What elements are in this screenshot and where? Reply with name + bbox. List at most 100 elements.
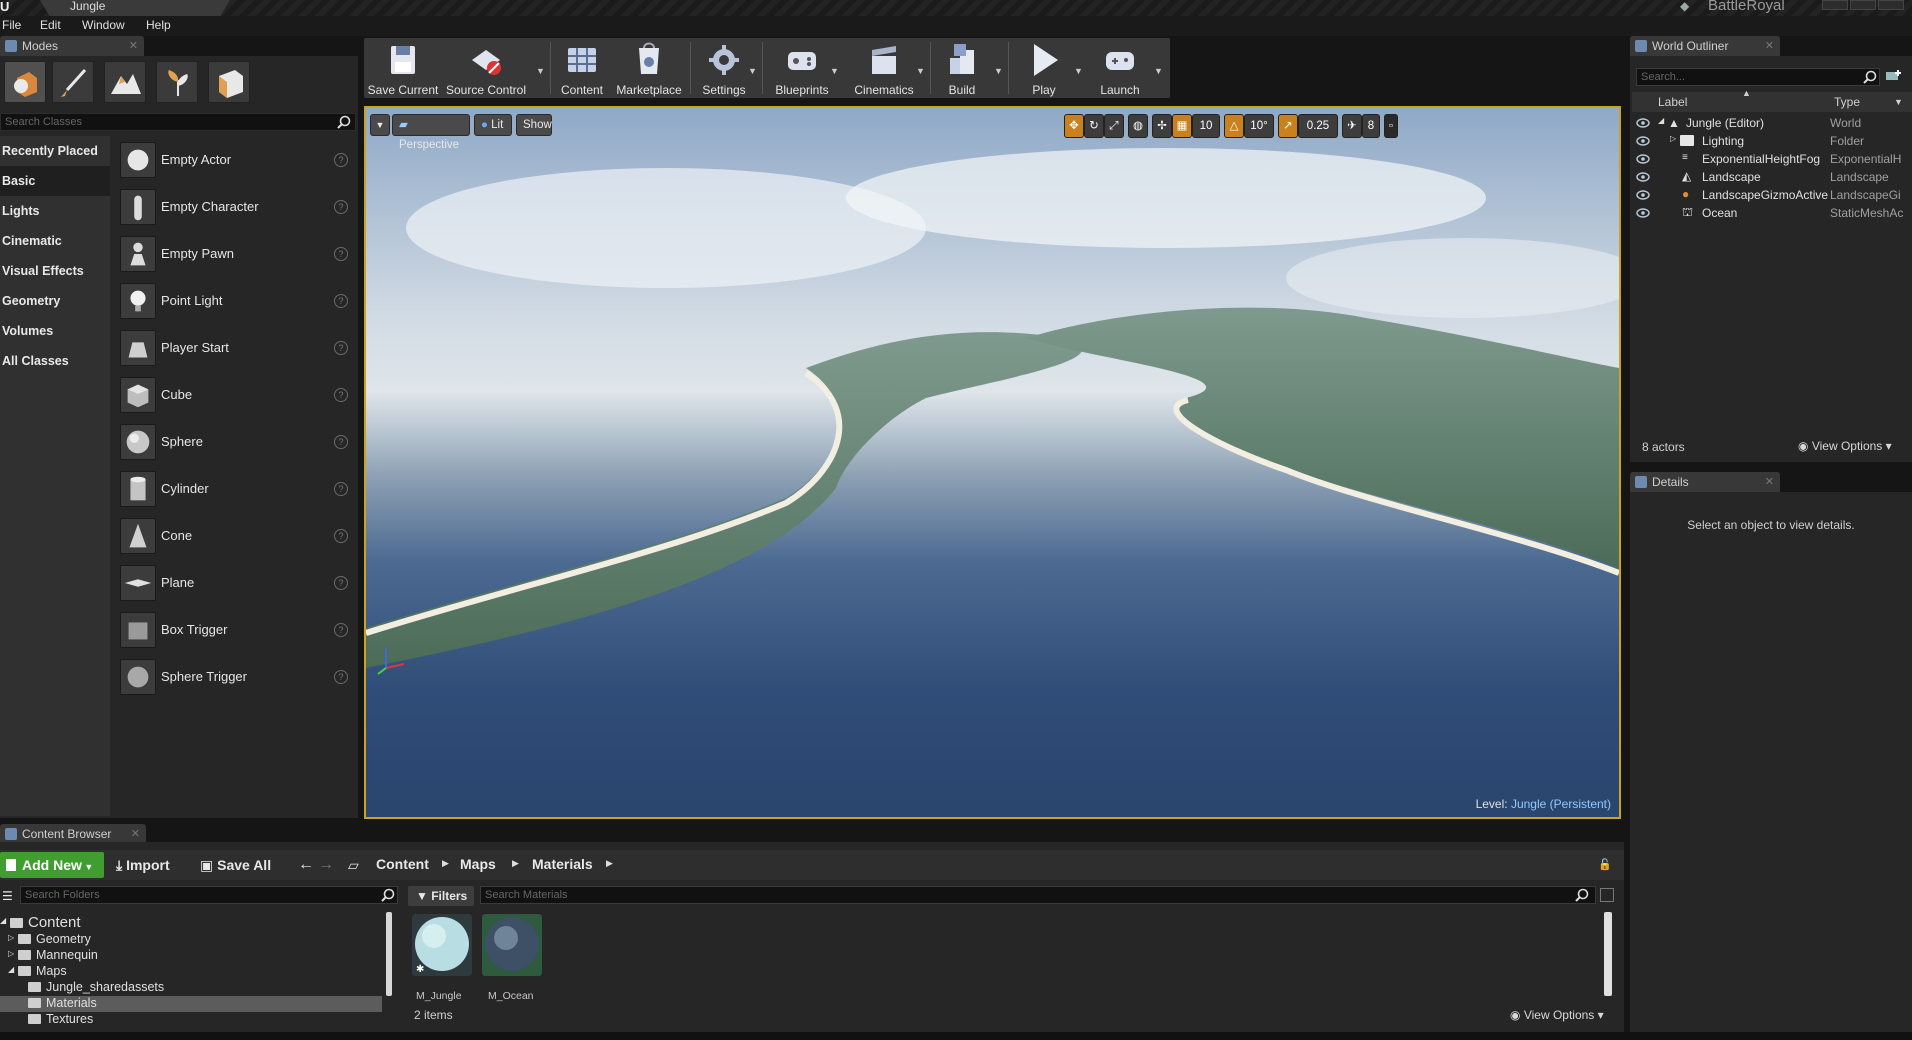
cinematics-button[interactable]: Cinematics (844, 38, 924, 98)
breadcrumb-arrow-icon[interactable]: ▶ (512, 858, 519, 869)
world-coordinate-icon[interactable]: ◍ (1128, 114, 1148, 138)
visibility-eye-icon[interactable] (1636, 189, 1650, 201)
category-visual-effects[interactable]: Visual Effects (0, 256, 110, 286)
category-lights[interactable]: Lights (0, 196, 110, 226)
visibility-eye-icon[interactable] (1636, 171, 1650, 183)
import-button[interactable]: ⤓ Import (116, 852, 170, 878)
camera-speed-value[interactable]: 8 (1362, 114, 1380, 138)
outliner-search-input[interactable]: Search... (1636, 68, 1880, 86)
add-filter-icon[interactable] (1884, 68, 1902, 84)
help-icon[interactable]: ? (334, 341, 348, 355)
rotate-tool-icon[interactable]: ↻ (1084, 114, 1104, 138)
close-icon[interactable]: ✕ (131, 824, 140, 844)
outliner-row-ocean[interactable]: ⛫ Ocean StaticMeshAc (1634, 204, 1910, 222)
category-all-classes[interactable]: All Classes (0, 346, 110, 376)
build-button[interactable]: Build (934, 38, 990, 98)
asset-tile-m-jungle[interactable]: ✱ (412, 914, 472, 976)
outliner-row-jungle-editor[interactable]: ◢ ▲ Jungle (Editor) World (1634, 114, 1910, 132)
save-current-button[interactable]: Save Current (366, 38, 440, 98)
history-back-icon[interactable]: ← (298, 852, 314, 878)
launch-dropdown-icon[interactable]: ▼ (1154, 66, 1163, 76)
folder-tree-item[interactable]: Textures (0, 1012, 382, 1028)
category-volumes[interactable]: Volumes (0, 316, 110, 346)
play-dropdown-icon[interactable]: ▼ (1074, 66, 1083, 76)
help-icon[interactable]: ? (334, 200, 348, 214)
help-icon[interactable]: ? (334, 435, 348, 449)
content-button[interactable]: Content (554, 38, 610, 98)
breadcrumb-arrow-icon[interactable]: ▶ (442, 858, 449, 869)
minimize-button[interactable] (1822, 0, 1848, 10)
modes-tab[interactable]: Modes ✕ (0, 36, 144, 56)
place-item-plane[interactable]: Plane? (112, 561, 356, 608)
help-icon[interactable]: ? (334, 576, 348, 590)
asset-view-scrollbar[interactable] (1604, 912, 1612, 996)
menu-file[interactable]: File (2, 18, 21, 32)
maximize-viewport-icon[interactable]: ▫ (1384, 114, 1398, 138)
help-icon[interactable]: ? (334, 388, 348, 402)
search-classes-input[interactable]: Search Classes (0, 113, 356, 131)
build-dropdown-icon[interactable]: ▼ (994, 66, 1003, 76)
grid-snap-icon[interactable]: ▦ (1172, 114, 1192, 138)
scale-snap-icon[interactable]: ↗ (1278, 114, 1298, 138)
surface-snap-icon[interactable]: ✢ (1152, 114, 1172, 138)
marketplace-button[interactable]: Marketplace (614, 38, 684, 98)
breadcrumb-content[interactable]: Content (376, 856, 429, 872)
cinematics-dropdown-icon[interactable]: ▼ (916, 66, 925, 76)
folder-tree-item[interactable]: ◢ Maps (0, 964, 382, 980)
help-icon[interactable]: ? (334, 294, 348, 308)
collapse-arrow-icon[interactable]: ◢ (8, 965, 14, 974)
launch-button[interactable]: Launch (1088, 38, 1152, 98)
search-icon[interactable] (380, 887, 396, 903)
collapse-arrow-icon[interactable]: ◢ (0, 916, 6, 925)
place-item-cube[interactable]: Cube? (112, 373, 356, 420)
place-item-sphere-trigger[interactable]: Sphere Trigger? (112, 655, 356, 702)
geometry-mode-button[interactable] (208, 61, 250, 103)
search-icon[interactable] (1862, 69, 1878, 85)
rotation-snap-icon[interactable]: △ (1224, 114, 1244, 138)
add-new-button[interactable]: Add New ▼ (0, 852, 104, 878)
category-cinematic[interactable]: Cinematic (0, 226, 110, 256)
rotation-snap-value[interactable]: 10° (1244, 114, 1274, 138)
label-column-header[interactable]: Label (1658, 95, 1687, 109)
visibility-eye-icon[interactable] (1636, 207, 1650, 219)
menu-edit[interactable]: Edit (40, 18, 61, 32)
place-item-box-trigger[interactable]: Box Trigger? (112, 608, 356, 655)
scale-snap-value[interactable]: 0.25 (1298, 114, 1338, 138)
place-item-sphere[interactable]: Sphere? (112, 420, 356, 467)
place-item-empty-pawn[interactable]: Empty Pawn? (112, 232, 356, 279)
collapse-arrow-icon[interactable]: ◢ (1658, 116, 1664, 125)
history-forward-icon[interactable]: → (318, 852, 334, 878)
place-item-empty-character[interactable]: Empty Character? (112, 185, 356, 232)
visibility-eye-icon[interactable] (1636, 153, 1650, 165)
level-document-tab[interactable]: Jungle (40, 0, 230, 16)
world-outliner-tab[interactable]: World Outliner ✕ (1630, 36, 1780, 56)
scale-tool-icon[interactable]: ⤢ (1104, 114, 1124, 138)
blueprints-dropdown-icon[interactable]: ▼ (830, 66, 839, 76)
folder-tree-item[interactable]: ▷ Geometry (0, 932, 382, 948)
outliner-row-lighting[interactable]: ▷ Lighting Folder (1634, 132, 1910, 150)
source-control-dropdown-icon[interactable]: ▼ (536, 66, 545, 76)
outliner-view-options-button[interactable]: ◉ View Options ▾ (1798, 439, 1892, 453)
lock-icon[interactable]: 🔓 (1598, 852, 1612, 878)
filters-button[interactable]: ▼ Filters ▾ (408, 886, 474, 923)
menu-help[interactable]: Help (146, 18, 171, 32)
search-materials-input[interactable]: Search Materials (480, 886, 1596, 904)
close-icon[interactable]: ✕ (1765, 36, 1774, 56)
grid-snap-value[interactable]: 10 (1192, 114, 1220, 138)
help-icon[interactable]: ? (334, 529, 348, 543)
sources-panel-toggle-icon[interactable]: ☰ (2, 888, 13, 904)
folder-tree-item[interactable]: Jungle_sharedassets (0, 980, 382, 996)
perspective-button[interactable]: ▰ Perspective (392, 114, 470, 151)
save-all-button[interactable]: ▣ Save All (200, 852, 271, 878)
outliner-row-exponential-height-fog[interactable]: ≡ ExponentialHeightFog ExponentialH (1634, 150, 1910, 168)
foliage-mode-button[interactable] (156, 61, 198, 103)
category-geometry[interactable]: Geometry (0, 286, 110, 316)
folder-tree-scrollbar[interactable] (386, 912, 392, 996)
breadcrumb-arrow-icon[interactable]: ▶ (606, 858, 613, 869)
help-icon[interactable]: ? (334, 247, 348, 261)
settings-dropdown-icon[interactable]: ▼ (748, 66, 757, 76)
close-icon[interactable]: ✕ (129, 36, 138, 56)
type-column-header[interactable]: Type (1834, 95, 1860, 109)
visibility-eye-icon[interactable] (1636, 117, 1650, 129)
help-icon[interactable]: ? (334, 623, 348, 637)
